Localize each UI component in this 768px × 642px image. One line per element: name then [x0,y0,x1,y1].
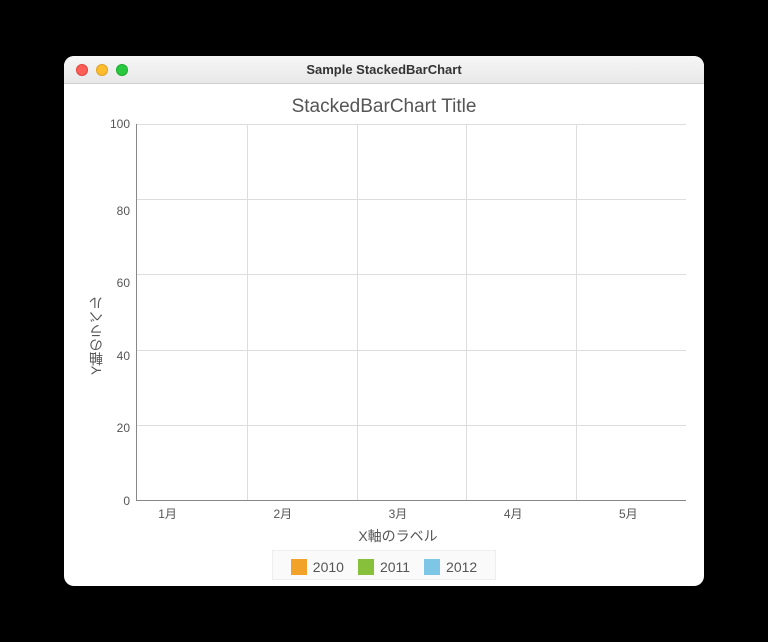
y-axis-label: Y軸のラベル [82,124,110,546]
y-tick: 40 [110,349,130,363]
legend-item: 2012 [424,559,477,575]
plot [136,124,686,501]
gridline-v [357,124,358,500]
plot-wrap: Y軸のラベル 100806040200 1月2月3月4月5月 X軸のラベル [82,124,686,546]
y-tick: 60 [110,276,130,290]
window-title: Sample StackedBarChart [64,62,704,77]
maximize-icon[interactable] [116,64,128,76]
y-tick: 0 [110,494,130,508]
x-tick: 3月 [352,505,444,522]
legend-swatch [291,559,307,575]
window: Sample StackedBarChart StackedBarChart T… [64,56,704,586]
traffic-lights [64,64,128,76]
gridline-h [137,199,686,200]
chart-area: StackedBarChart Title Y軸のラベル 100 80 60 40 20… [64,84,704,586]
gridline-v [466,124,467,500]
x-tick: 2月 [237,505,329,522]
gridline-h [137,274,686,275]
y-tick: 20 [110,421,130,435]
bars-container [137,124,686,500]
y-tick: 100 [110,117,130,131]
titlebar[interactable]: Sample StackedBarChart [64,56,704,84]
chart-title: StackedBarChart Title [82,96,686,118]
plot-row: 100806040200 [110,124,686,501]
legend-swatch [358,559,374,575]
legend-label: 2011 [380,559,410,575]
x-tick: 1月 [122,505,214,522]
legend-item: 2010 [291,559,344,575]
legend: 2010 2011 2012 [272,550,496,580]
y-axis-ticks: 100806040200 [110,124,136,501]
close-icon[interactable] [76,64,88,76]
legend-label: 2012 [446,559,477,575]
gridline-h [137,350,686,351]
legend-label: 2010 [313,559,344,575]
gridline-h [137,124,686,125]
plot-col: 100806040200 1月2月3月4月5月 X軸のラベル [110,124,686,546]
gridline-v [247,124,248,500]
y-tick: 80 [110,204,130,218]
x-tick: 5月 [582,505,674,522]
x-axis-label: X軸のラベル [110,524,686,546]
gridline-v [576,124,577,500]
x-tick: 4月 [467,505,559,522]
x-axis-ticks: 1月 2月 3月 4月 5月 [110,501,686,524]
legend-item: 2011 [358,559,410,575]
minimize-icon[interactable] [96,64,108,76]
gridline-h [137,425,686,426]
legend-swatch [424,559,440,575]
